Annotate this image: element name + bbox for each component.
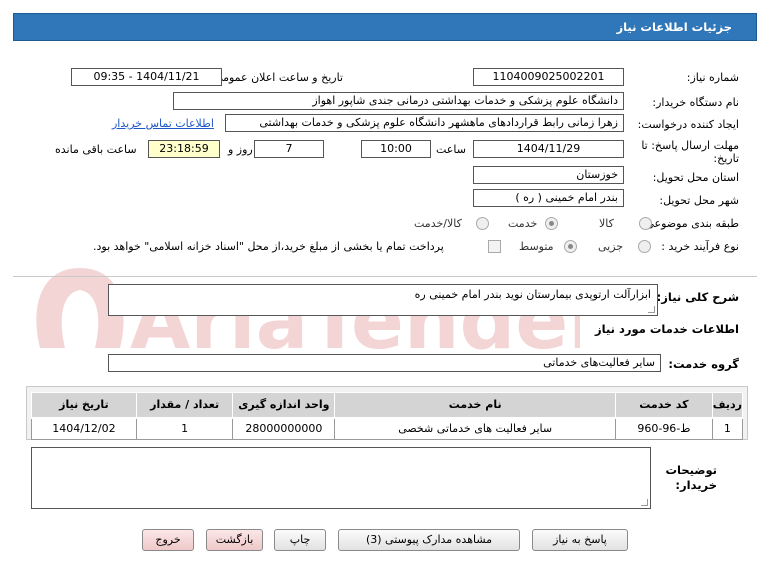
view-attachments-button[interactable]: مشاهده مدارک پیوستی (3) <box>338 529 520 551</box>
cell-row: 1 <box>711 417 744 440</box>
summary-textarea[interactable]: ابزارآلت ارتوپدی بیمارستان نوید بندر اما… <box>108 284 658 316</box>
exit-button[interactable]: خروج <box>142 529 194 551</box>
services-section-title: اطلاعات خدمات مورد نیاز <box>595 322 739 336</box>
col-name-header: نام خدمت <box>334 392 617 419</box>
col-unit-header: واحد اندازه گیری <box>232 392 336 419</box>
col-row-header: ردیف <box>711 392 744 419</box>
col-qty-header: تعداد / مقدار <box>135 392 234 419</box>
print-button[interactable]: چاپ <box>274 529 326 551</box>
services-table: ردیف کد خدمت نام خدمت واحد اندازه گیری ت… <box>31 392 744 440</box>
resize-handle-icon[interactable] <box>641 499 648 506</box>
details-frame <box>13 52 757 264</box>
cell-unit: 28000000000 <box>232 417 336 440</box>
reply-button[interactable]: پاسخ به نیاز <box>532 529 628 551</box>
summary-label: شرح کلی نیاز: <box>656 290 739 304</box>
col-date-header: تاریخ نیاز <box>31 392 137 419</box>
page-title-bar: جزئیات اطلاعات نیاز <box>13 13 757 41</box>
page-title: جزئیات اطلاعات نیاز <box>616 20 732 34</box>
buyer-notes-label-line1: توضیحات <box>665 463 718 477</box>
buyer-notes-textarea[interactable] <box>31 447 651 509</box>
service-group-field: سایر فعالیت‌های خدماتی <box>108 354 661 372</box>
cell-qty: 1 <box>135 417 234 440</box>
cell-name: سایر فعالیت های خدماتی شخصی <box>334 417 617 440</box>
service-group-label: گروه خدمت: <box>668 357 739 371</box>
col-code-header: کد خدمت <box>615 392 713 419</box>
back-button[interactable]: بازگشت <box>206 529 263 551</box>
buyer-notes-label-line2: خریدار: <box>675 478 717 492</box>
summary-text: ابزارآلت ارتوپدی بیمارستان نوید بندر اما… <box>414 288 651 301</box>
cell-date: 1404/12/02 <box>31 417 137 440</box>
cell-code: ط-96-960 <box>615 417 713 440</box>
resize-handle-icon[interactable] <box>648 306 655 313</box>
table-row: 1 ط-96-960 سایر فعالیت های خدماتی شخصی 2… <box>31 417 744 440</box>
